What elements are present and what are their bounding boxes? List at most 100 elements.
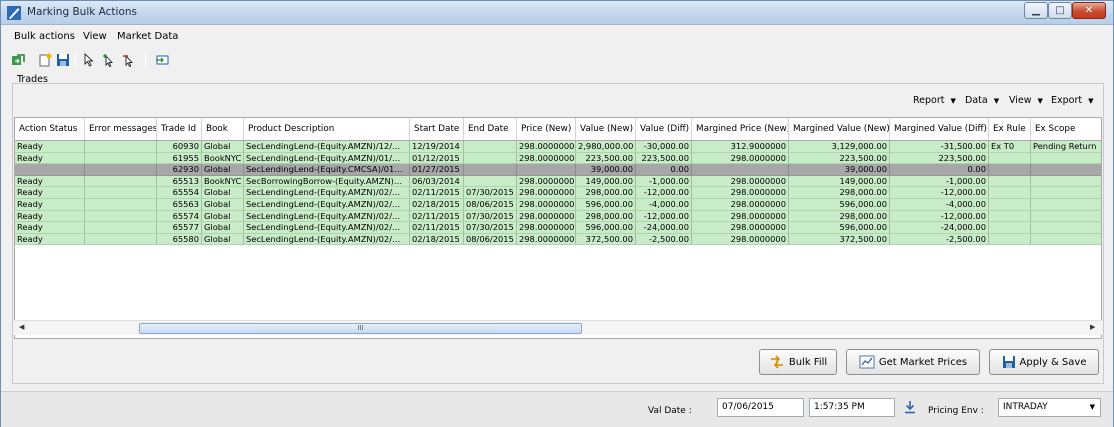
cell-value-new[interactable]: 39,000.00 <box>576 164 636 176</box>
cell-trade-id[interactable]: 65574 <box>157 210 202 223</box>
cell-book[interactable]: Global <box>202 141 244 153</box>
cell-action-status[interactable]: Ready <box>15 152 85 165</box>
cell-value-new[interactable]: 298,000.00 <box>576 210 636 223</box>
cell-book[interactable]: Global <box>202 199 244 211</box>
cell-action-status[interactable]: Ready <box>15 233 85 246</box>
menu-market-data[interactable]: Market Data <box>117 31 178 42</box>
cell-margined-value-diff[interactable]: -12,000.00 <box>890 210 989 223</box>
cell-value-diff[interactable]: -4,000.00 <box>636 199 692 211</box>
cell-end-date[interactable] <box>464 164 517 176</box>
get-market-prices-button[interactable]: Get Market Prices <box>846 349 980 375</box>
column-header-end-date[interactable]: End Date <box>464 118 517 140</box>
cell-value-new[interactable]: 2,980,000.00 <box>576 141 636 153</box>
cell-trade-id[interactable]: 62930 <box>157 164 202 176</box>
cell-value-new[interactable]: 298,000.00 <box>576 187 636 199</box>
cell-start-date[interactable]: 02/18/2015 <box>410 233 464 246</box>
cell-start-date[interactable]: 02/11/2015 <box>410 187 464 199</box>
column-header-start-date[interactable]: Start Date <box>410 118 464 140</box>
column-header-ex-scope[interactable]: Ex Scope <box>1031 118 1101 140</box>
export-menu[interactable]: Export ▼ <box>1051 95 1094 106</box>
cell-product-description[interactable]: SecBorrowingBorrow-(Equity.AMZN)… <box>244 175 410 188</box>
cell-trade-id[interactable]: 65554 <box>157 187 202 199</box>
cell-ex-scope[interactable] <box>1031 164 1101 176</box>
cell-price-new[interactable]: 298.0000000 <box>517 187 576 199</box>
cell-margined-price-new[interactable]: 298.0000000 <box>692 187 789 199</box>
close-button[interactable]: ✕ <box>1072 2 1106 19</box>
cell-product-description[interactable]: SecLendingLend-(Equity.AMZN)/02/… <box>244 187 410 199</box>
cell-end-date[interactable]: 07/30/2015 <box>464 210 517 223</box>
cell-end-date[interactable] <box>464 152 517 165</box>
cell-ex-rule[interactable] <box>989 222 1031 234</box>
menu-bulk-actions[interactable]: Bulk actions <box>14 31 75 42</box>
select-add-button[interactable] <box>100 51 118 69</box>
save-button[interactable] <box>54 51 72 69</box>
cell-product-description[interactable]: SecLendingLend-(Equity.AMZN)/12/… <box>244 141 410 153</box>
load-button[interactable] <box>9 51 27 69</box>
cell-margined-price-new[interactable] <box>692 164 789 176</box>
cell-price-new[interactable]: 298.0000000 <box>517 141 576 153</box>
cell-book[interactable]: Global <box>202 233 244 246</box>
cell-end-date[interactable] <box>464 175 517 188</box>
cell-value-diff[interactable]: -30,000.00 <box>636 141 692 153</box>
cell-ex-scope[interactable] <box>1031 211 1101 223</box>
scroll-right-icon[interactable]: ▶ <box>1090 323 1095 331</box>
table-row[interactable]: Ready 65577 Global SecLendingLend-(Equity.A… <box>15 222 1101 234</box>
cell-price-new[interactable]: 298.0000000 <box>517 210 576 223</box>
cell-value-diff[interactable]: -2,500.00 <box>636 233 692 246</box>
cell-error-messages[interactable] <box>85 152 157 165</box>
cell-value-diff[interactable]: -12,000.00 <box>636 187 692 199</box>
cell-action-status[interactable]: Ready <box>15 187 85 199</box>
cell-ex-scope[interactable] <box>1031 234 1101 246</box>
cell-value-diff[interactable]: 0.00 <box>636 164 692 176</box>
column-header-product-description[interactable]: Product Description <box>244 118 410 140</box>
cell-product-description[interactable]: SecLendingLend-(Equity.CMCSA)/01… <box>244 164 410 176</box>
cell-action-status[interactable]: Ready <box>15 222 85 234</box>
horizontal-scrollbar[interactable]: ◀ III ▶ <box>14 320 1102 335</box>
cell-book[interactable]: Global <box>202 222 244 234</box>
table-row[interactable]: 62930 Global SecLendingLend-(Equity.CMCSA)… <box>15 164 1101 176</box>
cell-margined-value-new[interactable]: 298,000.00 <box>789 187 890 199</box>
cell-ex-rule[interactable] <box>989 233 1031 246</box>
cell-margined-price-new[interactable]: 298.0000000 <box>692 222 789 234</box>
time-input[interactable]: 1:57:35 PM <box>809 398 895 417</box>
column-header-book[interactable]: Book <box>202 118 244 140</box>
column-header-ex-rule[interactable]: Ex Rule <box>989 118 1031 140</box>
column-header-value-diff[interactable]: Value (Diff) <box>636 118 692 140</box>
table-row[interactable]: Ready 61955 BookNYC SecLendingLend-(Equity.… <box>15 152 1101 165</box>
cell-book[interactable]: BookNYC <box>202 152 244 165</box>
cell-margined-value-diff[interactable]: -12,000.00 <box>890 187 989 199</box>
column-header-margined-value-new[interactable]: Margined Value (New) <box>789 118 890 140</box>
cell-margined-price-new[interactable]: 298.0000000 <box>692 175 789 188</box>
cell-action-status[interactable] <box>15 164 85 176</box>
select-remove-button[interactable] <box>120 51 138 69</box>
cell-value-diff[interactable]: -24,000.00 <box>636 222 692 234</box>
cell-action-status[interactable]: Ready <box>15 175 85 188</box>
cell-product-description[interactable]: SecLendingLend-(Equity.AMZN)/02/… <box>244 233 410 246</box>
report-menu[interactable]: Report ▼ <box>913 95 956 106</box>
cell-end-date[interactable]: 07/30/2015 <box>464 222 517 234</box>
cell-margined-value-diff[interactable]: -24,000.00 <box>890 222 989 234</box>
bulk-fill-button[interactable]: Bulk Fill <box>759 349 837 375</box>
cell-start-date[interactable]: 12/19/2014 <box>410 141 464 153</box>
cell-margined-price-new[interactable]: 298.0000000 <box>692 152 789 165</box>
view-grid-menu[interactable]: View ▼ <box>1009 95 1043 106</box>
cell-price-new[interactable]: 298.0000000 <box>517 233 576 246</box>
cell-action-status[interactable]: Ready <box>15 141 85 153</box>
cell-ex-rule[interactable] <box>989 199 1031 211</box>
table-row[interactable]: Ready 65554 Global SecLendingLend-(Equity.A… <box>15 187 1101 199</box>
cell-product-description[interactable]: SecLendingLend-(Equity.AMZN)/02/… <box>244 210 410 223</box>
cell-ex-scope[interactable] <box>1031 222 1101 234</box>
cell-value-new[interactable]: 596,000.00 <box>576 199 636 211</box>
cell-margined-value-diff[interactable]: -4,000.00 <box>890 199 989 211</box>
cell-trade-id[interactable]: 65563 <box>157 199 202 211</box>
column-header-value-new[interactable]: Value (New) <box>576 118 636 140</box>
cell-book[interactable]: Global <box>202 187 244 199</box>
cell-start-date[interactable]: 01/27/2015 <box>410 164 464 176</box>
cell-margined-price-new[interactable]: 298.0000000 <box>692 199 789 211</box>
column-header-margined-price-new[interactable]: Margined Price (New) <box>692 118 789 140</box>
cell-value-diff[interactable]: 223,500.00 <box>636 152 692 165</box>
table-row[interactable]: Ready 65513 BookNYC SecBorrowingBorrow-(Equ… <box>15 175 1101 188</box>
cell-trade-id[interactable]: 61955 <box>157 152 202 165</box>
cell-action-status[interactable]: Ready <box>15 199 85 211</box>
scroll-left-icon[interactable]: ◀ <box>19 323 24 331</box>
